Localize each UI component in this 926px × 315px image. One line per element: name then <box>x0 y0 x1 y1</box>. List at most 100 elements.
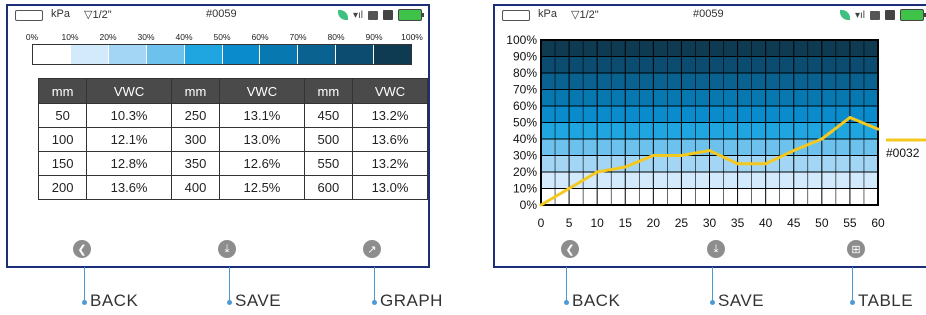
scale-swatch <box>108 45 147 64</box>
data-point <box>792 149 796 153</box>
data-point <box>679 154 683 157</box>
y-tick-label: 100% <box>506 33 537 47</box>
table-row: 50 10.3% 250 13.1% 450 13.2% <box>37 103 428 128</box>
data-point <box>595 170 599 174</box>
scale-label: 40% <box>175 32 193 42</box>
table-cell: 200 <box>37 175 88 200</box>
scale-swatch <box>298 45 337 64</box>
x-tick-label: 30 <box>703 216 717 230</box>
graph-screen: kPa ▽1/2" #0059 ▾ıl 0% 10% 20% 30% 40% 50% 60%… <box>493 4 926 268</box>
scale-swatch <box>33 45 71 64</box>
table-cell: 150 <box>37 151 88 176</box>
callout-line <box>852 267 853 303</box>
memory-icon <box>885 10 895 20</box>
y-tick-label: 40% <box>513 132 537 146</box>
table-cell: 600 <box>303 175 354 200</box>
save-button[interactable]: ⤓ <box>218 240 236 258</box>
table-cell: 12.8% <box>86 151 172 176</box>
table-header-row: mm VWC mm VWC mm VWC <box>37 78 428 104</box>
table-cell: 550 <box>303 151 354 176</box>
battery-icon <box>900 9 926 21</box>
scale-label: 80% <box>327 32 345 42</box>
vwc-line-chart: 0% 10% 20% 30% 40% 50% 60% 70% 80% 90% 100% 0 5 10 15 2… <box>506 33 926 230</box>
table-cell: 450 <box>303 103 354 128</box>
scale-label: 70% <box>289 32 307 42</box>
scale-labels: 0% 10% 20% 30% 40% 50% 60% 70% 80% 90% 100% <box>26 32 423 42</box>
scale-label: 100% <box>401 32 423 42</box>
scale-label: 10% <box>61 32 79 42</box>
battery-icon <box>398 9 424 21</box>
scale-swatch <box>184 45 223 64</box>
back-callout: BACK <box>82 267 138 311</box>
data-point <box>736 162 740 166</box>
table-button[interactable]: ⊞ <box>847 240 865 258</box>
y-tick-label: 0% <box>520 198 538 212</box>
table-row: 200 13.6% 400 12.5% 600 13.0% <box>37 175 428 200</box>
x-tick-label: 0 <box>538 216 545 230</box>
x-tick-label: 5 <box>566 216 573 230</box>
arrow-left-icon: ❮ <box>565 243 575 256</box>
x-tick-label: 45 <box>787 216 801 230</box>
callout-dot <box>372 300 377 305</box>
scale-swatch <box>70 45 109 64</box>
table-cell: 13.2% <box>352 103 428 128</box>
table-cell: 13.6% <box>352 127 428 152</box>
scale-swatch <box>222 45 261 64</box>
leaf-icon <box>839 10 850 20</box>
memory-icon <box>383 10 393 20</box>
sensor-battery-icon <box>15 10 43 21</box>
table-cell: 12.5% <box>219 175 305 200</box>
graph-button[interactable]: ↗ <box>363 240 381 258</box>
scale-label: 0% <box>25 32 39 42</box>
data-point <box>623 165 627 169</box>
status-bar: kPa ▽1/2" #0059 ▾ıl <box>495 6 926 24</box>
table-cell: 400 <box>170 175 221 200</box>
unit-label: kPa <box>538 8 557 20</box>
table-cell: 500 <box>303 127 354 152</box>
unit-label: kPa <box>51 8 70 20</box>
y-tick-label: 20% <box>513 165 537 179</box>
signal-icon: ▾ıl <box>854 9 865 21</box>
data-point <box>764 162 768 166</box>
scale-label: 90% <box>365 32 383 42</box>
callout-line <box>84 267 85 303</box>
y-tick-label: 60% <box>513 99 537 113</box>
callout-dot <box>710 300 715 305</box>
table-cell: 13.0% <box>352 175 428 200</box>
x-tick-label: 55 <box>843 216 857 230</box>
table-cell: 13.2% <box>352 151 428 176</box>
x-tick-label: 20 <box>647 216 661 230</box>
save-callout: SAVE <box>227 267 281 311</box>
data-point <box>820 137 824 141</box>
scale-swatch <box>146 45 185 64</box>
data-point <box>848 116 852 120</box>
data-point <box>539 203 543 207</box>
data-point <box>651 154 655 157</box>
scale-label: 50% <box>213 32 231 42</box>
vwc-color-scale <box>32 44 412 65</box>
back-button[interactable]: ❮ <box>73 240 91 258</box>
y-tick-label: 10% <box>513 182 537 196</box>
leaf-icon <box>337 10 348 20</box>
data-point <box>567 187 571 190</box>
x-tick-label: 40 <box>759 216 773 230</box>
back-button[interactable]: ❮ <box>561 240 579 258</box>
status-bar: kPa ▽1/2" #0059 ▾ıl <box>8 6 428 24</box>
table-cell: 50 <box>37 103 88 128</box>
x-tick-label: 10 <box>590 216 604 230</box>
callout-line <box>229 267 230 303</box>
callout-line <box>374 267 375 303</box>
table-cell: 13.6% <box>86 175 172 200</box>
sd-card-icon <box>368 10 378 20</box>
scale-swatch <box>374 45 412 64</box>
legend-label: #0032 <box>886 146 920 160</box>
callout-line <box>712 267 713 303</box>
callout-label: SAVE <box>718 291 765 310</box>
callout-label: BACK <box>572 291 621 310</box>
col-header: VWC <box>86 78 172 104</box>
table-cell: 100 <box>37 127 88 152</box>
callout-dot <box>227 300 232 305</box>
callout-dot <box>82 300 87 305</box>
save-button[interactable]: ⤓ <box>707 240 725 258</box>
table-cell: 13.1% <box>219 103 305 128</box>
